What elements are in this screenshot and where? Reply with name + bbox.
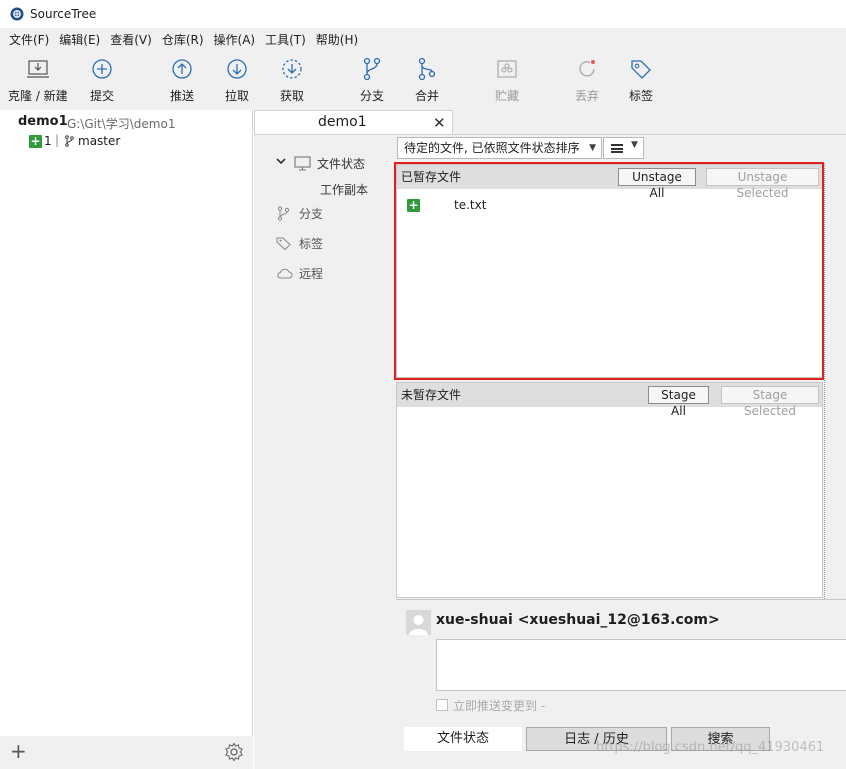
stash-icon — [497, 60, 517, 78]
window-title: SourceTree — [30, 7, 97, 21]
commit-button[interactable]: 提交 — [89, 56, 115, 104]
tab-demo1[interactable]: demo1 ✕ — [254, 110, 453, 134]
branch-icon — [277, 206, 290, 221]
push-icon — [172, 59, 192, 79]
menu-edit[interactable]: 编辑(E) — [54, 28, 105, 52]
branch-button[interactable]: 分支 — [359, 56, 385, 104]
clone-label: 克隆 / 新建 — [8, 89, 68, 103]
tag-icon — [631, 60, 651, 79]
tab-title: demo1 — [318, 114, 367, 130]
fetch-icon — [282, 59, 302, 79]
branch-icon — [363, 57, 381, 81]
title-bar: SourceTree — [0, 0, 846, 28]
toolbar: 克隆 / 新建 提交 推送 拉取 获取 分支 合并 贮藏 丢弃 标签 — [0, 52, 846, 110]
nav-tags[interactable]: 标签 — [276, 235, 323, 252]
monitor-icon — [294, 156, 311, 171]
menu-help[interactable]: 帮助(H) — [311, 28, 363, 52]
pull-button[interactable]: 拉取 — [224, 56, 250, 104]
merge-label: 合并 — [414, 89, 439, 103]
cloud-icon — [277, 268, 293, 279]
merge-icon — [418, 57, 436, 81]
chevron-down-icon: ▼ — [631, 140, 638, 150]
separator: | — [55, 133, 60, 147]
discard-label: 丢弃 — [574, 89, 599, 103]
list-view-icon — [611, 144, 623, 153]
repo-name[interactable]: demo1 — [18, 114, 68, 129]
watermark: https://blog.csdn.net/qq_41930461 — [596, 740, 825, 755]
fetch-label: 获取 — [279, 89, 304, 103]
pull-icon — [227, 59, 247, 79]
nav-file-status[interactable]: 文件状态 — [294, 155, 365, 172]
menu-view[interactable]: 查看(V) — [105, 28, 157, 52]
tag-button[interactable]: 标签 — [628, 56, 654, 104]
discard-button[interactable]: 丢弃 — [574, 56, 600, 104]
add-repository-button[interactable]: + — [10, 740, 27, 762]
fetch-button[interactable]: 获取 — [279, 56, 305, 104]
menu-repository[interactable]: 仓库(R) — [157, 28, 209, 52]
chevron-down-icon[interactable] — [276, 156, 286, 166]
nav-file-status-label: 文件状态 — [317, 157, 366, 171]
stash-button[interactable]: 贮藏 — [494, 56, 520, 104]
commit-label: 提交 — [89, 89, 114, 103]
close-icon[interactable]: ✕ — [433, 114, 446, 132]
splitter[interactable] — [824, 164, 825, 599]
menu-bar: 文件(F) 编辑(E) 查看(V) 仓库(R) 操作(A) 工具(T) 帮助(H… — [0, 28, 846, 52]
file-sort-dropdown[interactable]: 待定的文件, 已依照文件状态排序 ▼ — [397, 137, 602, 159]
chevron-down-icon: ▼ — [589, 143, 596, 153]
nav-working-copy[interactable]: 工作副本 — [320, 181, 368, 198]
nav-branches[interactable]: 分支 — [276, 205, 323, 222]
user-icon — [409, 615, 428, 635]
push-immediately-label: 立即推送变更到 - — [453, 699, 546, 713]
current-branch[interactable]: master — [78, 134, 120, 148]
unstaged-files-title: 未暂存文件 — [401, 388, 462, 402]
nav-remotes-label: 远程 — [299, 267, 324, 281]
pull-label: 拉取 — [224, 89, 249, 103]
commit-icon — [92, 59, 112, 79]
gear-icon[interactable] — [224, 742, 244, 762]
commit-area: xue-shuai <xueshuai_12@163.com> 立即推送变更到 … — [396, 599, 846, 729]
branch-label: 分支 — [359, 89, 384, 103]
unstaged-files-panel: 未暂存文件 Stage All Stage Selected — [396, 382, 823, 598]
tag-icon — [276, 237, 291, 251]
menu-actions[interactable]: 操作(A) — [209, 28, 261, 52]
commit-message-input[interactable] — [436, 639, 846, 691]
push-immediately-checkbox[interactable] — [436, 699, 448, 711]
repo-path: G:\Git\学习\demo1 — [67, 117, 176, 131]
nav-remotes[interactable]: 远程 — [276, 265, 323, 282]
stage-all-button[interactable]: Stage All — [648, 386, 709, 418]
repository-sidebar: demo1 G:\Git\学习\demo1 + 1 | master + — [0, 110, 253, 769]
clone-button[interactable]: 克隆 / 新建 — [8, 56, 68, 104]
stage-selected-button[interactable]: Stage Selected — [721, 386, 819, 418]
sidebar-footer: + — [0, 736, 253, 769]
changes-badge: + — [29, 134, 42, 148]
navigation-panel: 文件状态 工作副本 分支 标签 远程 — [254, 135, 395, 769]
stash-label: 贮藏 — [494, 89, 519, 103]
push-label: 推送 — [169, 89, 194, 103]
push-button[interactable]: 推送 — [169, 56, 195, 104]
view-mode-dropdown[interactable]: ▼ — [603, 137, 644, 159]
commit-author: xue-shuai <xueshuai_12@163.com> — [436, 612, 720, 628]
branch-small-icon — [65, 135, 74, 147]
menu-tools[interactable]: 工具(T) — [260, 28, 311, 52]
file-sort-value: 待定的文件, 已依照文件状态排序 — [404, 141, 580, 155]
clone-icon — [26, 60, 49, 78]
merge-button[interactable]: 合并 — [414, 56, 440, 104]
nav-tags-label: 标签 — [299, 237, 324, 251]
sourcetree-logo-icon — [10, 7, 24, 21]
discard-icon — [579, 60, 595, 77]
highlight-box — [394, 162, 824, 380]
main-area: demo1 ✕ 文件状态 工作副本 分支 标签 远程 待定的文件, 已依照文件状… — [254, 110, 846, 769]
unstaged-files-header: 未暂存文件 Stage All Stage Selected — [397, 383, 822, 418]
changes-count: 1 — [44, 134, 52, 148]
menu-file[interactable]: 文件(F) — [4, 28, 54, 52]
tag-label: 标签 — [628, 89, 653, 103]
nav-branches-label: 分支 — [299, 207, 324, 221]
avatar — [406, 610, 431, 635]
tab-file-status[interactable]: 文件状态 — [404, 727, 522, 751]
